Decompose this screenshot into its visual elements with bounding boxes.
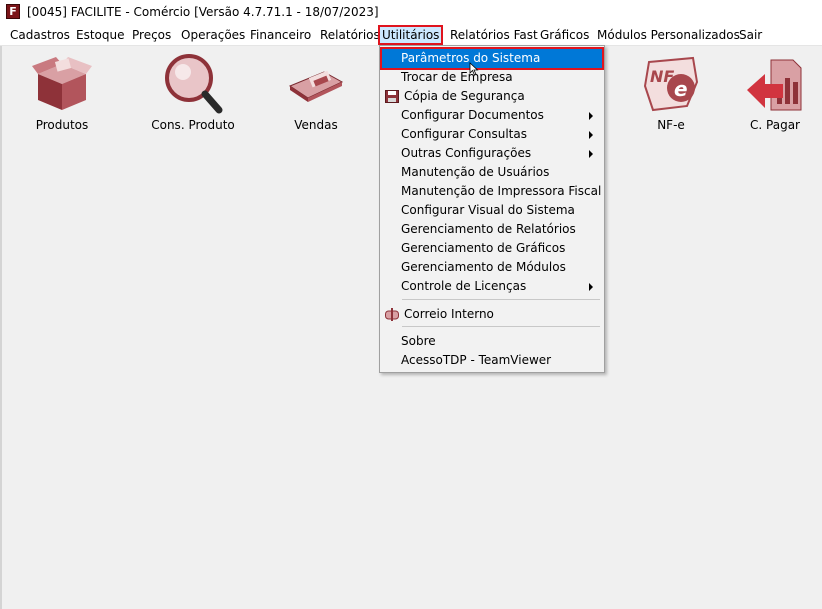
shortcut-produtos[interactable]: Produtos xyxy=(17,52,107,132)
nfe-icon: NF e xyxy=(643,56,699,112)
mailbox-icon xyxy=(385,308,399,321)
menu-cadastros[interactable]: Cadastros xyxy=(10,27,70,43)
shortcut-nfe-label: NF-e xyxy=(657,118,685,132)
menu-item-configurar-documentos[interactable]: Configurar Documentos xyxy=(382,106,602,125)
menu-item-configurar-consultas[interactable]: Configurar Consultas xyxy=(382,125,602,144)
menu-item-label: Gerenciamento de Relatórios xyxy=(401,222,576,236)
svg-text:e: e xyxy=(674,77,688,101)
menu-separator xyxy=(402,326,600,327)
submenu-arrow-icon xyxy=(589,131,593,139)
menu-item-acessotdp-teamviewer[interactable]: AcessoTDP - TeamViewer xyxy=(382,351,602,370)
menu-item-label: Manutenção de Usuários xyxy=(401,165,550,179)
menu-item-outras-configuracoes[interactable]: Outras Configurações xyxy=(382,144,602,163)
menu-item-gerenciamento-de-graficos[interactable]: Gerenciamento de Gráficos xyxy=(382,239,602,258)
menu-item-label: Trocar de Empresa xyxy=(401,70,513,84)
menu-item-label: Configurar Documentos xyxy=(401,108,544,122)
menu-item-gerenciamento-de-relatorios[interactable]: Gerenciamento de Relatórios xyxy=(382,220,602,239)
menu-item-label: Cópia de Segurança xyxy=(404,89,525,103)
floppy-disk-icon xyxy=(385,90,399,103)
menu-utilitarios[interactable]: Utilitários xyxy=(377,25,444,45)
menu-financeiro[interactable]: Financeiro xyxy=(250,27,311,43)
title-bar: F [0045] FACILITE - Comércio [Versão 4.7… xyxy=(0,0,822,24)
shortcut-vendas-label: Vendas xyxy=(294,118,338,132)
menu-relatorios[interactable]: Relatórios xyxy=(320,27,380,43)
menu-separator xyxy=(402,299,600,300)
shortcut-produtos-label: Produtos xyxy=(35,118,89,132)
menu-item-label: Gerenciamento de Gráficos xyxy=(401,241,566,255)
shortcut-nfe[interactable]: NF e NF-e xyxy=(626,52,716,132)
menu-item-label: Controle de Licenças xyxy=(401,279,527,293)
menu-item-trocar-de-empresa[interactable]: Trocar de Empresa xyxy=(382,68,602,87)
menu-operacoes[interactable]: Operações xyxy=(181,27,245,43)
menu-item-label: Configurar Consultas xyxy=(401,127,527,141)
menu-item-label: Sobre xyxy=(401,334,436,348)
menu-estoque[interactable]: Estoque xyxy=(76,27,125,43)
submenu-arrow-icon xyxy=(589,283,593,291)
menu-item-label: Gerenciamento de Módulos xyxy=(401,260,566,274)
menu-item-parametros-do-sistema[interactable]: Parâmetros do Sistema xyxy=(380,47,604,70)
menu-item-label: AcessoTDP - TeamViewer xyxy=(401,353,552,367)
menu-item-copia-de-seguranca[interactable]: Cópia de Segurança xyxy=(382,87,602,106)
window-title: [0045] FACILITE - Comércio [Versão 4.7.7… xyxy=(27,5,379,19)
box-icon xyxy=(32,57,92,110)
menu-item-label: Configurar Visual do Sistema xyxy=(401,203,575,217)
payables-icon xyxy=(747,59,802,111)
menu-modulos-personalizados[interactable]: Módulos Personalizados xyxy=(597,27,740,43)
magnifier-icon xyxy=(165,54,223,114)
menu-sair[interactable]: Sair xyxy=(739,27,762,43)
shortcut-vendas[interactable]: Vendas xyxy=(271,52,361,132)
shortcut-cons-produto[interactable]: Cons. Produto xyxy=(148,52,238,132)
menu-graficos[interactable]: Gráficos xyxy=(540,27,589,43)
menu-item-controle-de-licencas[interactable]: Controle de Licenças xyxy=(382,277,602,296)
menu-relatorios-fast[interactable]: Relatórios Fast xyxy=(450,27,538,43)
shortcut-c-pagar[interactable]: C. Pagar xyxy=(730,52,820,132)
menu-item-label: Manutenção de Impressora Fiscal xyxy=(401,184,602,198)
shortcut-c-pagar-label: C. Pagar xyxy=(750,118,800,132)
utilitarios-dropdown: Parâmetros do Sistema Trocar de Empresa … xyxy=(379,45,605,373)
menu-item-label: Correio Interno xyxy=(404,307,494,321)
submenu-arrow-icon xyxy=(589,112,593,120)
menu-item-manutencao-de-usuarios[interactable]: Manutenção de Usuários xyxy=(382,163,602,182)
menu-bar: Cadastros Estoque Preços Operações Finan… xyxy=(0,24,822,46)
menu-item-correio-interno[interactable]: Correio Interno xyxy=(382,305,602,324)
menu-item-manutencao-impressora-fiscal[interactable]: Manutenção de Impressora Fiscal xyxy=(382,182,602,201)
menu-item-label: Outras Configurações xyxy=(401,146,532,160)
mouse-cursor-icon xyxy=(469,62,479,76)
menu-precos[interactable]: Preços xyxy=(132,27,171,43)
shortcut-cons-produto-label: Cons. Produto xyxy=(151,118,235,132)
app-icon[interactable]: F xyxy=(6,4,20,19)
cash-icon xyxy=(288,70,344,102)
submenu-arrow-icon xyxy=(589,150,593,158)
menu-item-configurar-visual-do-sistema[interactable]: Configurar Visual do Sistema xyxy=(382,201,602,220)
menu-item-sobre[interactable]: Sobre xyxy=(382,332,602,351)
menu-item-gerenciamento-de-modulos[interactable]: Gerenciamento de Módulos xyxy=(382,258,602,277)
